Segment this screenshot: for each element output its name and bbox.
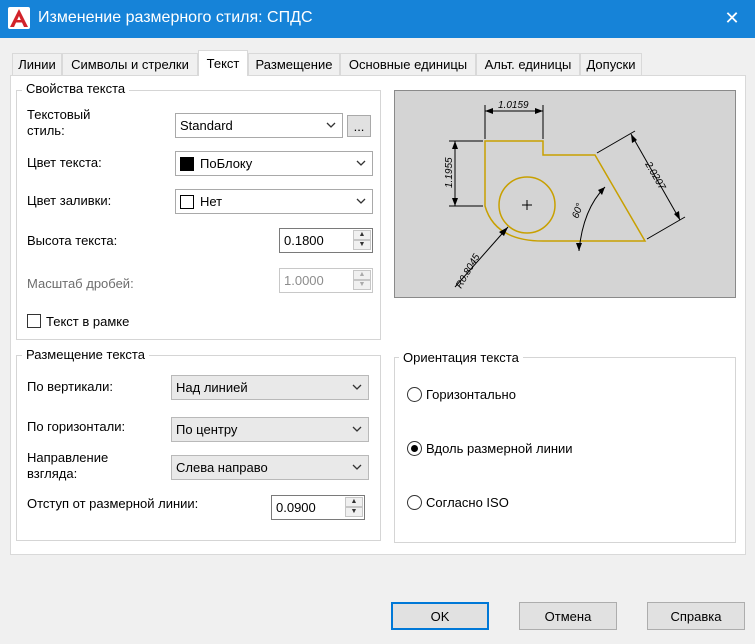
view-direction-label-line1: Направление [27, 450, 109, 465]
spin-down-icon[interactable]: ▼ [345, 507, 363, 517]
tab-symbols-arrows[interactable]: Символы и стрелки [62, 53, 198, 75]
chevron-down-icon [356, 160, 366, 166]
chevron-down-icon [356, 198, 366, 204]
dialog-window: Изменение размерного стиля: СПДС ✕ Линии… [0, 0, 755, 644]
view-direction-value: Слева направо [176, 460, 268, 475]
window-title: Изменение размерного стиля: СПДС [38, 9, 313, 26]
tab-tolerances[interactable]: Допуски [580, 53, 642, 75]
ext-line [596, 130, 636, 154]
text-style-label-line1: Текстовый [27, 107, 91, 122]
dim-text-angle: 60° [570, 202, 586, 220]
tab-fit[interactable]: Размещение [248, 53, 340, 75]
text-style-select[interactable]: Standard [175, 113, 343, 138]
fraction-scale-label: Масштаб дробей: [27, 276, 134, 291]
offset-value: 0.0900 [276, 500, 316, 515]
fill-color-swatch [180, 194, 194, 209]
text-height-value: 0.1800 [284, 233, 324, 248]
vertical-select[interactable]: Над линией [171, 375, 369, 400]
horizontal-value: По центру [176, 422, 238, 437]
arrow-head [535, 108, 543, 114]
dim-text-radius: R0.8045 [454, 252, 483, 291]
tab-lines[interactable]: Линии [12, 53, 62, 75]
text-properties-legend: Свойства текста [22, 81, 130, 96]
help-button[interactable]: Справка [647, 602, 745, 630]
text-height-label: Высота текста: [27, 233, 118, 248]
text-style-browse-button[interactable]: ... [347, 115, 371, 137]
tab-text[interactable]: Текст [198, 50, 248, 76]
arrow-head [452, 198, 458, 206]
orientation-iso-radio[interactable] [407, 495, 422, 510]
autocad-logo-icon [8, 7, 30, 29]
spin-down-icon: ▼ [353, 280, 371, 290]
spin-up-icon[interactable]: ▲ [345, 497, 363, 507]
ok-button[interactable]: OK [391, 602, 489, 630]
spin-up-icon: ▲ [353, 270, 371, 280]
orientation-horizontal-radio[interactable] [407, 387, 422, 402]
dim-text-top: 1.0159 [498, 100, 529, 111]
text-color-label: Цвет текста: [27, 155, 102, 170]
offset-spinner[interactable]: 0.0900 ▲ ▼ [271, 495, 365, 520]
chevron-down-icon [326, 122, 336, 128]
preview-pane: 1.0159 1.1955 2.0207 60° R0.8045 [394, 90, 736, 298]
orientation-aligned-radio[interactable] [407, 441, 422, 456]
spin-down-icon[interactable]: ▼ [353, 240, 371, 250]
title-bar: Изменение размерного стиля: СПДС ✕ [0, 0, 755, 38]
text-color-select[interactable]: ПоБлоку [175, 151, 373, 176]
orientation-horizontal-label: Горизонтально [426, 387, 516, 402]
fill-color-label: Цвет заливки: [27, 193, 112, 208]
vertical-value: Над линией [176, 380, 248, 395]
arrow-head [576, 243, 582, 251]
ext-line [646, 216, 686, 240]
fill-color-value: Нет [200, 194, 223, 209]
draw-frame-checkbox[interactable] [27, 314, 41, 328]
horizontal-label: По горизонтали: [27, 419, 126, 434]
arrow-head [499, 227, 508, 236]
text-style-label-line2: стиль: [27, 123, 65, 138]
offset-label: Отступ от размерной линии: [27, 496, 199, 511]
view-direction-label-line2: взгляда: [27, 466, 78, 481]
text-height-spinner[interactable]: 0.1800 ▲ ▼ [279, 228, 373, 253]
tab-alternate-units[interactable]: Альт. единицы [476, 53, 580, 75]
fraction-scale-spinner: 1.0000 ▲ ▼ [279, 268, 373, 293]
horizontal-select[interactable]: По центру [171, 417, 369, 442]
text-style-value: Standard [180, 118, 233, 133]
chevron-down-icon [352, 426, 362, 432]
fill-color-select[interactable]: Нет [175, 189, 373, 214]
fraction-scale-value: 1.0000 [284, 273, 324, 288]
view-direction-select[interactable]: Слева направо [171, 455, 369, 480]
dimension-preview-drawing: 1.0159 1.1955 2.0207 60° R0.8045 [444, 100, 686, 291]
text-placement-legend: Размещение текста [22, 347, 149, 362]
arrow-head [674, 211, 680, 220]
text-color-value: ПоБлоку [200, 156, 253, 171]
text-color-swatch [180, 156, 194, 171]
chevron-down-icon [352, 464, 362, 470]
cancel-button[interactable]: Отмена [519, 602, 617, 630]
dim-text-right: 2.0207 [642, 159, 668, 192]
chevron-down-icon [352, 384, 362, 390]
text-orientation-legend: Ориентация текста [399, 350, 523, 365]
arrow-head [485, 108, 493, 114]
orientation-iso-label: Согласно ISO [426, 495, 509, 510]
close-icon[interactable]: ✕ [712, 0, 752, 36]
arrow-head [452, 141, 458, 149]
orientation-aligned-label: Вдоль размерной линии [426, 441, 573, 456]
tab-primary-units[interactable]: Основные единицы [340, 53, 476, 75]
draw-frame-label: Текст в рамке [46, 314, 130, 329]
spin-up-icon[interactable]: ▲ [353, 230, 371, 240]
dim-text-left: 1.1955 [444, 157, 455, 188]
arrow-head [631, 134, 637, 143]
vertical-label: По вертикали: [27, 379, 113, 394]
